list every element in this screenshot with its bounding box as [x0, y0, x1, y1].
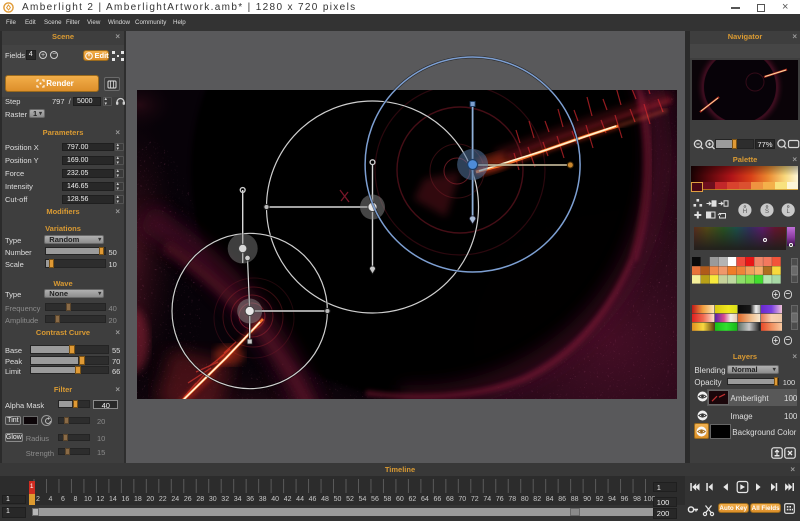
svg-text:S: S — [765, 209, 769, 215]
svg-text:20: 20 — [146, 496, 154, 503]
svg-text:90: 90 — [583, 496, 591, 503]
svg-text:36: 36 — [246, 496, 254, 503]
svg-text:12: 12 — [97, 496, 105, 503]
svg-text:42: 42 — [284, 496, 292, 503]
svg-text:48: 48 — [321, 496, 329, 503]
svg-text:56: 56 — [371, 496, 379, 503]
svg-text:96: 96 — [621, 496, 629, 503]
svg-text:66: 66 — [433, 496, 441, 503]
svg-text:10: 10 — [84, 496, 92, 503]
svg-text:52: 52 — [346, 496, 354, 503]
svg-text:58: 58 — [384, 496, 392, 503]
svg-text:82: 82 — [533, 496, 541, 503]
svg-text:14: 14 — [109, 496, 117, 503]
svg-text:2: 2 — [36, 496, 40, 503]
svg-text:28: 28 — [196, 496, 204, 503]
svg-text:16: 16 — [121, 496, 129, 503]
svg-text:62: 62 — [409, 496, 417, 503]
svg-text:60: 60 — [396, 496, 404, 503]
svg-text:88: 88 — [571, 496, 579, 503]
svg-text:78: 78 — [508, 496, 516, 503]
svg-text:8: 8 — [73, 496, 77, 503]
svg-text:70: 70 — [458, 496, 466, 503]
svg-text:18: 18 — [134, 496, 142, 503]
svg-text:98: 98 — [633, 496, 641, 503]
svg-text:26: 26 — [184, 496, 192, 503]
svg-text:40: 40 — [271, 496, 279, 503]
svg-text:80: 80 — [521, 496, 529, 503]
svg-text:4: 4 — [49, 496, 53, 503]
svg-text:34: 34 — [234, 496, 242, 503]
svg-text:92: 92 — [596, 496, 604, 503]
svg-text:76: 76 — [496, 496, 504, 503]
svg-text:H: H — [743, 209, 747, 215]
svg-text:86: 86 — [558, 496, 566, 503]
svg-text:30: 30 — [209, 496, 217, 503]
svg-text:72: 72 — [471, 496, 479, 503]
svg-text:44: 44 — [296, 496, 304, 503]
svg-text:46: 46 — [309, 496, 317, 503]
svg-text:32: 32 — [221, 496, 229, 503]
svg-text:74: 74 — [483, 496, 491, 503]
svg-text:64: 64 — [421, 496, 429, 503]
svg-text:94: 94 — [608, 496, 616, 503]
svg-text:22: 22 — [159, 496, 167, 503]
svg-text:38: 38 — [259, 496, 267, 503]
svg-text:68: 68 — [446, 496, 454, 503]
svg-text:54: 54 — [359, 496, 367, 503]
svg-text:50: 50 — [334, 496, 342, 503]
svg-text:24: 24 — [171, 496, 179, 503]
svg-text:84: 84 — [546, 496, 554, 503]
svg-text:6: 6 — [61, 496, 65, 503]
